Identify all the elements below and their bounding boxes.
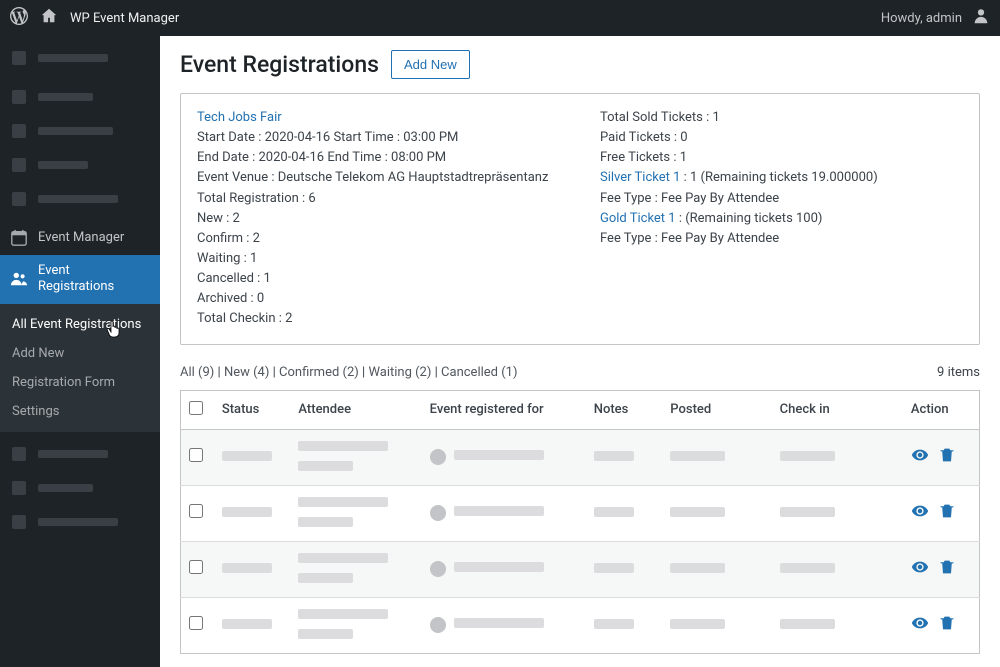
sidebar-item-ghost[interactable] <box>0 114 160 148</box>
event-start: Start Date : 2020-04-16 Start Time : 03:… <box>197 128 560 148</box>
event-fee2: Fee Type : Fee Pay By Attendee <box>600 229 963 249</box>
event-confirm: Confirm : 2 <box>197 229 560 249</box>
trash-icon[interactable] <box>939 502 955 520</box>
event-new: New : 2 <box>197 209 560 229</box>
people-icon <box>10 270 28 288</box>
silver-ticket-link[interactable]: Silver Ticket 1 <box>600 170 680 185</box>
gold-ticket-link[interactable]: Gold Ticket 1 <box>600 211 676 226</box>
trash-icon[interactable] <box>939 558 955 576</box>
sidebar-item-ghost[interactable] <box>0 505 160 539</box>
event-free: Free Tickets : 1 <box>600 148 963 168</box>
th-attendee[interactable]: Attendee <box>290 390 421 429</box>
submenu-registration-form[interactable]: Registration Form <box>0 368 160 397</box>
th-action: Action <box>903 390 980 429</box>
table-row <box>181 485 980 541</box>
event-sold: Total Sold Tickets : 1 <box>600 108 963 128</box>
row-checkbox[interactable] <box>189 448 203 462</box>
main-content: Event Registrations Add New Tech Jobs Fa… <box>160 36 1000 667</box>
sidebar-item-ghost[interactable] <box>0 437 160 471</box>
event-archived: Archived : 0 <box>197 289 560 309</box>
row-checkbox[interactable] <box>189 616 203 630</box>
event-paid: Paid Tickets : 0 <box>600 128 963 148</box>
filter-bar: All (9) | New (4) | Confirmed (2) | Wait… <box>180 365 980 380</box>
sidebar-submenu: All Event Registrations Add New Registra… <box>0 304 160 432</box>
sidebar-item-ghost[interactable] <box>0 182 160 216</box>
sidebar-item-ghost[interactable] <box>0 80 160 114</box>
calendar-icon <box>10 229 28 247</box>
th-checkin[interactable]: Check in <box>772 390 903 429</box>
view-icon[interactable] <box>911 614 929 632</box>
admin-sidebar: Event Manager Event Registrations All Ev… <box>0 36 160 667</box>
view-icon[interactable] <box>911 446 929 464</box>
table-row <box>181 597 980 653</box>
event-end: End Date : 2020-04-16 End Time : 08:00 P… <box>197 148 560 168</box>
trash-icon[interactable] <box>939 614 955 632</box>
sidebar-item-label: Event Registrations <box>38 263 114 296</box>
table-row <box>181 429 980 485</box>
filter-new[interactable]: New (4) <box>224 365 269 380</box>
event-cancelled: Cancelled : 1 <box>197 269 560 289</box>
page-title: Event Registrations <box>180 51 379 78</box>
event-total-reg: Total Registration : 6 <box>197 189 560 209</box>
filter-all[interactable]: All (9) <box>180 365 214 380</box>
admin-bar: WP Event Manager Howdy, admin <box>0 0 1000 36</box>
home-icon[interactable] <box>40 7 58 29</box>
site-title[interactable]: WP Event Manager <box>70 11 179 26</box>
event-venue: Event Venue : Deutsche Telekom AG Haupts… <box>197 168 560 188</box>
items-count: 9 items <box>937 365 980 380</box>
trash-icon[interactable] <box>939 446 955 464</box>
th-status[interactable]: Status <box>214 390 291 429</box>
event-summary-box: Tech Jobs Fair Start Date : 2020-04-16 S… <box>180 93 980 345</box>
filter-cancelled[interactable]: Cancelled (1) <box>441 365 517 380</box>
sidebar-item-ghost[interactable] <box>0 148 160 182</box>
cursor-hand-icon <box>106 320 122 338</box>
event-waiting: Waiting : 1 <box>197 249 560 269</box>
submenu-all-registrations[interactable]: All Event Registrations <box>0 310 160 339</box>
submenu-add-new[interactable]: Add New <box>0 339 160 368</box>
wordpress-icon[interactable] <box>10 7 28 29</box>
sidebar-item-label: Event Manager <box>38 230 124 246</box>
add-new-button[interactable]: Add New <box>391 50 470 79</box>
sidebar-item-event-registrations[interactable]: Event Registrations <box>0 255 160 304</box>
row-checkbox[interactable] <box>189 560 203 574</box>
user-avatar-icon[interactable] <box>972 7 990 29</box>
th-notes[interactable]: Notes <box>586 390 663 429</box>
event-total-checkin: Total Checkin : 2 <box>197 309 560 329</box>
filter-confirmed[interactable]: Confirmed (2) <box>279 365 359 380</box>
sidebar-item-ghost[interactable] <box>0 41 160 75</box>
submenu-settings[interactable]: Settings <box>0 397 160 426</box>
th-event-for[interactable]: Event registered for <box>422 390 586 429</box>
view-icon[interactable] <box>911 502 929 520</box>
filter-waiting[interactable]: Waiting (2) <box>368 365 431 380</box>
registrations-table: Status Attendee Event registered for Not… <box>180 390 980 654</box>
sidebar-item-ghost[interactable] <box>0 471 160 505</box>
view-icon[interactable] <box>911 558 929 576</box>
howdy-text[interactable]: Howdy, admin <box>881 11 962 26</box>
event-name-link[interactable]: Tech Jobs Fair <box>197 108 560 128</box>
table-row <box>181 541 980 597</box>
event-fee1: Fee Type : Fee Pay By Attendee <box>600 189 963 209</box>
sidebar-item-event-manager[interactable]: Event Manager <box>0 221 160 255</box>
select-all-checkbox[interactable] <box>189 401 203 415</box>
th-posted[interactable]: Posted <box>662 390 771 429</box>
row-checkbox[interactable] <box>189 504 203 518</box>
